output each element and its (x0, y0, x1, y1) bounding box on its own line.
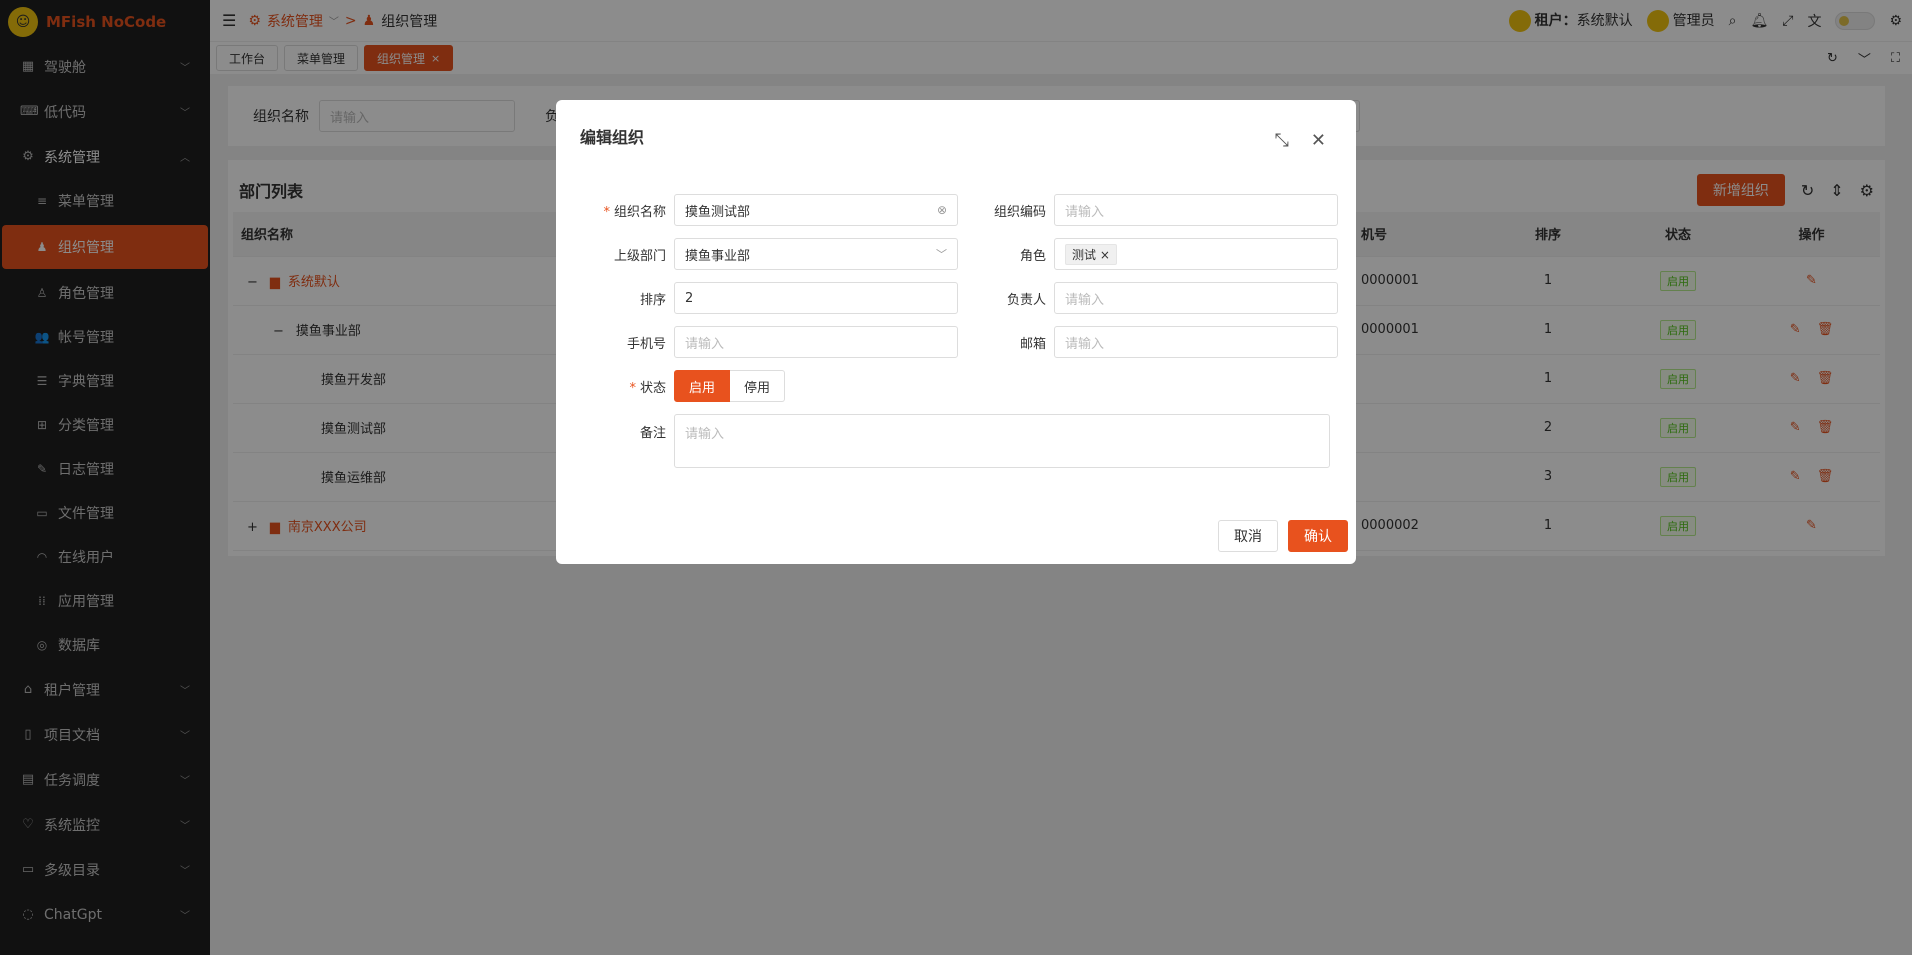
parent-label: 上级部门 (613, 248, 666, 264)
org-code-label: 组织编码 (993, 204, 1046, 220)
fullscreen-icon[interactable]: ⤡ (1275, 130, 1289, 151)
close-icon[interactable]: × (1100, 248, 1110, 262)
remark-label: 备注 (639, 426, 666, 441)
email-field[interactable]: 请输入 (1054, 326, 1338, 358)
sort-label: 排序 (639, 292, 666, 308)
role-label: 角色 (1019, 248, 1046, 264)
modal-actions: ⤡ ✕ (1275, 130, 1327, 151)
org-name-field[interactable]: 摸鱼测试部 ⊗ (674, 194, 958, 226)
cancel-button[interactable]: 取消 (1218, 520, 1278, 552)
modal-footer: 取消 确认 (1218, 520, 1348, 552)
phone-field[interactable]: 请输入 (674, 326, 958, 358)
status-enable-option[interactable]: 启用 (674, 370, 731, 402)
org-name-label: * 组织名称 (603, 204, 666, 220)
chevron-down-icon: ﹀ (936, 248, 947, 261)
modal-title: 编辑组织 (580, 128, 645, 147)
status-disable-option[interactable]: 停用 (730, 370, 786, 402)
org-name-value: 摸鱼测试部 (685, 204, 751, 220)
edit-form: * 组织名称 摸鱼测试部 ⊗ 组织编码 请输入 上级部门 摸鱼事业部 ﹀ 角色 测试 … (580, 188, 1340, 474)
close-icon[interactable]: ✕ (1311, 130, 1326, 151)
role-select[interactable]: 测试 × (1054, 238, 1338, 270)
email-label: 邮箱 (1019, 336, 1046, 352)
status-radio-group: 启用 停用 (674, 370, 786, 402)
org-code-field[interactable]: 请输入 (1054, 194, 1338, 226)
phone-label: 手机号 (626, 336, 666, 352)
parent-select[interactable]: 摸鱼事业部 ﹀ (674, 238, 958, 270)
role-chip: 测试 × (1065, 243, 1117, 265)
leader-field[interactable]: 请输入 (1054, 282, 1338, 314)
remark-textarea[interactable]: 请输入 (674, 414, 1330, 468)
parent-value: 摸鱼事业部 (685, 248, 751, 264)
sort-field[interactable]: 2 (674, 282, 958, 314)
status-label: * 状态 (629, 380, 666, 396)
leader-label: 负责人 (1006, 292, 1046, 308)
role-chip-label: 测试 (1072, 247, 1097, 262)
clear-icon[interactable]: ⊗ (937, 203, 947, 217)
confirm-button[interactable]: 确认 (1288, 520, 1348, 552)
edit-org-modal: 编辑组织 ⤡ ✕ * 组织名称 摸鱼测试部 ⊗ 组织编码 请输入 上级部门 摸鱼事业… (556, 100, 1356, 564)
